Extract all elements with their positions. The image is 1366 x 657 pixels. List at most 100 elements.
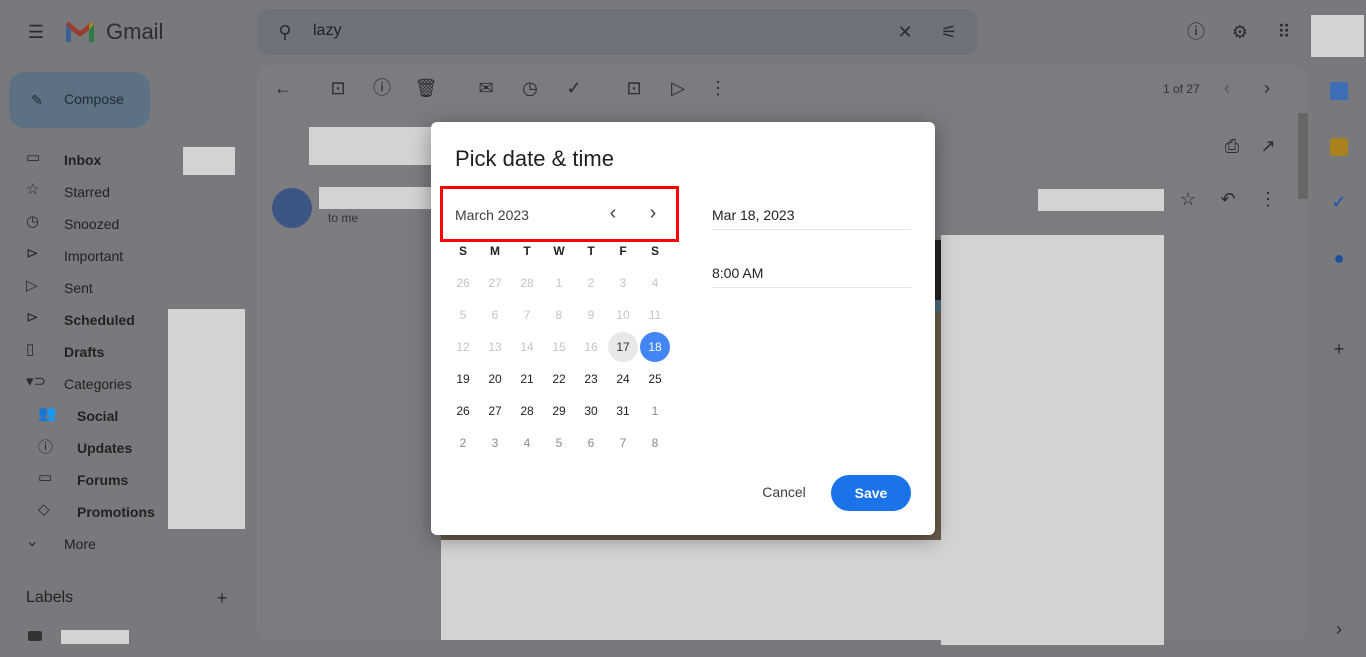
scrollbar[interactable] (1298, 113, 1308, 199)
date-input[interactable]: Mar 18, 2023 (712, 207, 911, 230)
sidebar-item-label: Important (64, 248, 124, 264)
day-cell-current[interactable]: 23 (576, 364, 606, 394)
sidebar-item-starred[interactable]: ☆ Starred (0, 176, 245, 208)
cancel-button[interactable]: Cancel (749, 475, 819, 509)
more-icon[interactable]: ⋮ (1256, 187, 1280, 211)
day-cell-selected[interactable]: 18 (640, 332, 670, 362)
day-cell-current[interactable]: 28 (512, 396, 542, 426)
star-icon[interactable]: ☆ (1176, 187, 1200, 211)
search-options-icon[interactable]: ⚟ (937, 20, 961, 44)
day-cell-past: 2 (587, 276, 595, 290)
day-cell-current[interactable]: 24 (608, 364, 638, 394)
day-cell-next[interactable]: 4 (512, 428, 542, 458)
redacted-label[interactable] (61, 630, 129, 644)
keep-icon[interactable] (1330, 138, 1348, 156)
day-cell-current[interactable]: 31 (608, 396, 638, 426)
day-cell-current[interactable]: 19 (448, 364, 478, 394)
sender-avatar[interactable] (272, 188, 312, 228)
label-icon[interactable]: ▷ (666, 76, 690, 100)
day-cell-past: 16 (584, 340, 598, 354)
day-cell-current[interactable]: 21 (512, 364, 542, 394)
back-icon[interactable]: ← (271, 76, 295, 100)
draft-icon: ▯ (26, 341, 35, 358)
gmail-logo[interactable] (64, 20, 96, 44)
add-task-icon[interactable]: ✓ (562, 76, 586, 100)
add-addon-icon[interactable]: + (1327, 337, 1351, 361)
help-icon[interactable]: ⓘ (1184, 20, 1208, 44)
day-cell-next[interactable]: 8 (640, 428, 670, 458)
main-menu-icon[interactable]: ☰ (24, 20, 48, 44)
day-cell-past: 12 (456, 340, 470, 354)
mark-unread-icon[interactable]: ✉ (474, 76, 498, 100)
day-cell-today[interactable]: 17 (608, 332, 638, 362)
previous-month-icon[interactable]: ‹ (601, 202, 625, 226)
clear-search-icon[interactable]: ✕ (893, 20, 917, 44)
add-label-icon[interactable]: + (210, 586, 234, 610)
day-cell-past: 7 (523, 308, 531, 322)
redacted-image-area (941, 235, 1164, 645)
gmail-wordmark: Gmail (106, 19, 164, 44)
redacted-count (183, 147, 235, 175)
more-options-icon[interactable]: ⋮ (706, 76, 730, 100)
sidebar-item-snoozed[interactable]: ◷ Snoozed (0, 208, 245, 240)
sidebar-item-important[interactable]: ⊳ Important (0, 240, 245, 272)
important-icon: ⊳ (26, 245, 39, 262)
sidebar-item-label: Starred (64, 184, 110, 200)
day-cell-next[interactable]: 1 (640, 396, 670, 426)
clock-icon: ◷ (26, 213, 40, 230)
move-to-icon[interactable]: ⊡ (622, 76, 646, 100)
sidebar-item-more[interactable]: ⌄ More (0, 528, 245, 560)
compose-button[interactable]: ✎ Compose (9, 72, 150, 128)
recipient-text[interactable]: to me (328, 211, 358, 225)
day-cell-next[interactable]: 5 (544, 428, 574, 458)
day-cell-current[interactable]: 22 (544, 364, 574, 394)
day-cell-past: 6 (491, 308, 499, 322)
archive-icon[interactable]: ⊡ (326, 76, 350, 100)
search-icon[interactable]: ⚲ (273, 20, 297, 44)
weekday-header: S (650, 244, 659, 258)
sidebar-item-label: Inbox (64, 152, 102, 168)
older-icon[interactable]: › (1255, 76, 1279, 100)
day-cell-past: 5 (459, 308, 467, 322)
weekday-header: T (587, 244, 595, 258)
day-cell-next[interactable]: 7 (608, 428, 638, 458)
sidebar-item-label: Snoozed (64, 216, 120, 232)
search-bar[interactable]: ⚲ lazy ✕ ⚟ (257, 9, 977, 55)
weekday-header: T (523, 244, 531, 258)
search-input[interactable]: lazy (313, 22, 341, 40)
apps-grid-icon[interactable]: ⠿ (1272, 20, 1296, 44)
newer-icon[interactable]: ‹ (1215, 76, 1239, 100)
sidebar-item-sent[interactable]: ▷ Sent (0, 272, 245, 304)
pagination-text: 1 of 27 (1163, 82, 1200, 96)
day-cell-next[interactable]: 2 (448, 428, 478, 458)
open-new-window-icon[interactable]: ↗ (1256, 134, 1280, 158)
day-cell-past: 1 (555, 276, 563, 290)
account-avatar-redacted[interactable] (1311, 15, 1364, 57)
print-icon[interactable]: ⎙ (1220, 134, 1244, 158)
next-month-icon[interactable]: › (641, 202, 665, 226)
expand-panel-icon[interactable]: › (1327, 617, 1351, 641)
report-spam-icon[interactable]: ⓘ (370, 76, 394, 100)
delete-icon[interactable]: 🗑 (414, 76, 438, 100)
day-cell-next[interactable]: 6 (576, 428, 606, 458)
day-cell-current[interactable]: 20 (480, 364, 510, 394)
snooze-icon[interactable]: ◷ (518, 76, 542, 100)
reply-icon[interactable]: ↶ (1216, 187, 1240, 211)
tasks-icon[interactable]: ✓ (1327, 190, 1351, 214)
calendar-icon[interactable] (1330, 82, 1348, 100)
weekday-header: M (490, 244, 500, 258)
day-cell-current[interactable]: 29 (544, 396, 574, 426)
settings-gear-icon[interactable]: ⚙ (1228, 20, 1252, 44)
day-cell-next[interactable]: 3 (480, 428, 510, 458)
day-cell-current[interactable]: 26 (448, 396, 478, 426)
time-input[interactable]: 8:00 AM (712, 265, 911, 288)
send-icon: ▷ (26, 277, 38, 294)
save-button[interactable]: Save (831, 475, 911, 511)
day-cell-current[interactable]: 25 (640, 364, 670, 394)
day-cell-current[interactable]: 27 (480, 396, 510, 426)
redacted-image-bottom (441, 540, 941, 640)
day-cell-current[interactable]: 30 (576, 396, 606, 426)
contacts-icon[interactable]: ● (1327, 246, 1351, 270)
day-cell-prev: 28 (520, 276, 534, 290)
info-icon: ⓘ (38, 439, 54, 456)
